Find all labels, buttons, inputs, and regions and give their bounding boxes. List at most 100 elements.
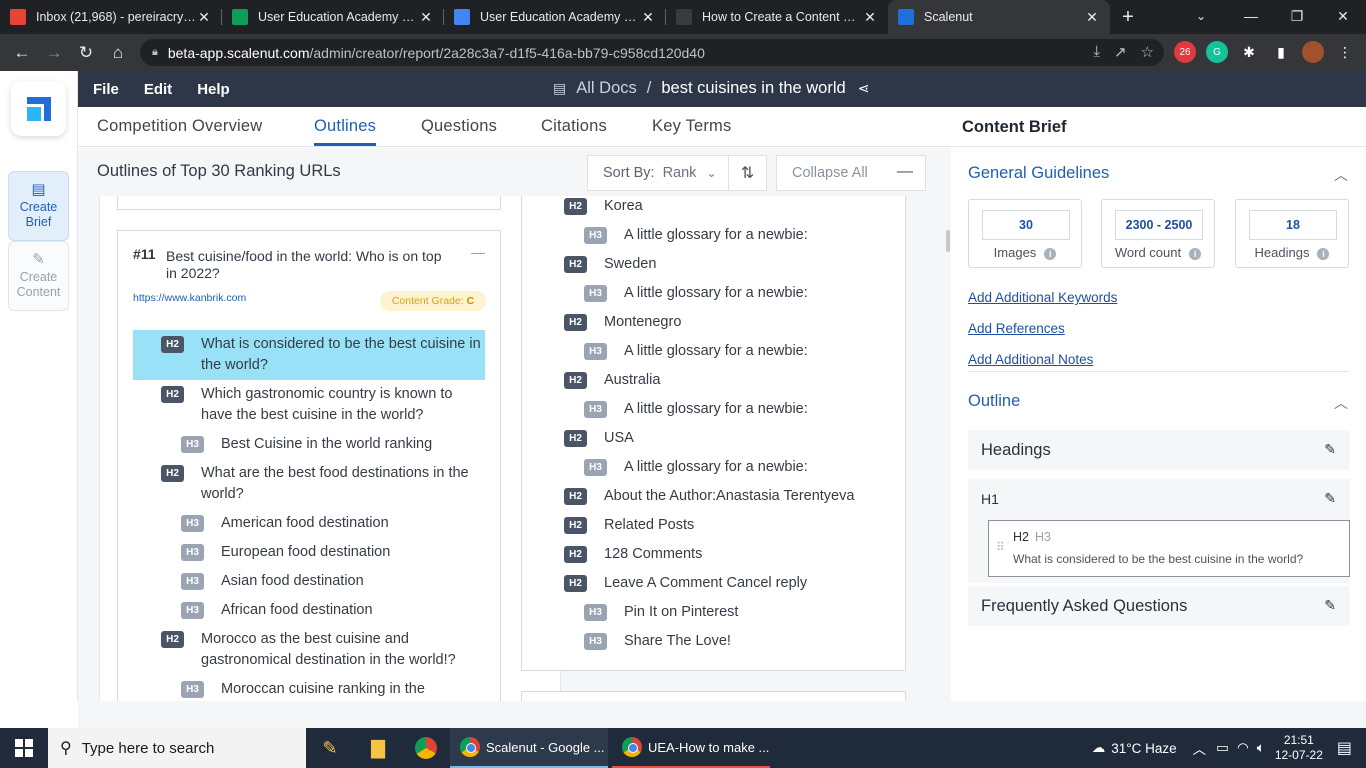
browser-tab-scalenut[interactable]: Scalenut ✕ — [888, 0, 1110, 34]
outline-heading-row[interactable]: H3 A little glossary for a newbie: — [584, 283, 892, 304]
outline-heading-row[interactable]: H3 A little glossary for a newbie: — [584, 457, 892, 478]
tab-competition-overview[interactable]: Competition Overview — [97, 117, 262, 136]
outline-heading-row[interactable]: H2 128 Comments — [564, 544, 892, 565]
menu-edit[interactable]: Edit — [144, 81, 172, 98]
home-icon[interactable]: ⌂ — [102, 43, 134, 63]
menu-help[interactable]: Help — [197, 81, 230, 98]
tray-chevron-icon[interactable]: ︿ — [1193, 738, 1207, 758]
browser-tab-gmail[interactable]: Inbox (21,968) - pereiracrysta ✕ — [0, 0, 222, 34]
battery-icon[interactable]: ▭ — [1216, 740, 1229, 756]
breadcrumb-all-docs[interactable]: All Docs — [576, 79, 637, 98]
outline-heading-row[interactable]: H2 Montenegro — [564, 312, 892, 333]
sort-direction-icon[interactable]: ⇅ — [728, 155, 766, 191]
forward-icon[interactable]: → — [38, 43, 70, 63]
outline-heading-row[interactable]: H2 About the Author:Anastasia Terentyeva — [564, 486, 892, 507]
outline-h2-item[interactable]: ⠿ H2 H3 What is considered to be the best… — [988, 520, 1350, 577]
outline-heading-row[interactable]: H2 What are the best food destinations in… — [161, 463, 485, 505]
close-icon[interactable]: ✕ — [418, 9, 434, 26]
pencil-icon[interactable]: ✎ — [1324, 597, 1336, 614]
outline-heading-row[interactable]: H3 Asian food destination — [181, 571, 485, 592]
restore-icon[interactable]: ❐ — [1274, 0, 1320, 34]
install-icon[interactable]: ⤓ — [1093, 43, 1100, 61]
start-button[interactable] — [0, 728, 48, 768]
outline-heading-row[interactable]: H3 European food destination — [181, 542, 485, 563]
bookmark-star-icon[interactable]: ☆ — [1141, 43, 1154, 61]
outline-heading-row[interactable]: H2 Leave A Comment Cancel reply — [564, 573, 892, 594]
extensions-puzzle-icon[interactable]: ✱ — [1238, 41, 1260, 63]
pencil-icon[interactable]: ✎ — [1324, 441, 1336, 458]
h2-toggle[interactable]: H2 — [1013, 530, 1029, 544]
close-icon[interactable]: ✕ — [640, 9, 656, 26]
side-panel-icon[interactable]: ▮ — [1270, 41, 1292, 63]
headings-value[interactable]: 18 — [1249, 210, 1337, 240]
tab-key-terms[interactable]: Key Terms — [652, 117, 731, 136]
outline-heading-row[interactable]: H3 American food destination — [181, 513, 485, 534]
info-icon[interactable]: i — [1189, 247, 1202, 260]
outline-heading-row[interactable]: H2 Korea — [564, 196, 892, 217]
lock-icon[interactable]: 🔒︎ — [152, 46, 158, 59]
address-bar[interactable]: 🔒︎ beta-app.scalenut.com/admin/creator/r… — [140, 39, 1164, 66]
pencil-icon[interactable]: ✎ — [1324, 490, 1336, 507]
taskbar-search[interactable]: ⚲ Type here to search — [48, 728, 306, 768]
outline-heading-row[interactable]: H3 Share The Love! — [584, 631, 892, 652]
outline-heading-row[interactable]: H3 A little glossary for a newbie: — [584, 399, 892, 420]
outline-heading-row[interactable]: H2 Related Posts — [564, 515, 892, 536]
profile-avatar[interactable] — [1302, 41, 1324, 63]
tab-citations[interactable]: Citations — [541, 117, 607, 136]
outline-heading-row[interactable]: H2 USA — [564, 428, 892, 449]
tab-search-icon[interactable]: ⌄ — [1186, 0, 1216, 32]
browser-tab-sheets[interactable]: User Education Academy - Go ✕ — [222, 0, 444, 34]
chevron-up-icon[interactable]: ︿ — [1334, 393, 1348, 413]
reload-icon[interactable]: ↻ — [70, 43, 102, 63]
share-icon[interactable]: ↗ — [1114, 43, 1127, 61]
weather-icon[interactable]: ☁ — [1092, 740, 1106, 756]
ahrefs-extension-icon[interactable]: 26 — [1174, 41, 1196, 63]
h3-toggle[interactable]: H3 — [1035, 530, 1051, 544]
drag-handle-icon[interactable]: ⠿ — [996, 540, 1005, 554]
taskbar-app-uea[interactable]: UEA-How to make ... — [612, 728, 770, 768]
outline-heading-row[interactable]: H2 Australia — [564, 370, 892, 391]
collapse-card-icon[interactable]: — — [471, 244, 485, 260]
clock[interactable]: 21:51 12-07-22 — [1275, 733, 1323, 763]
outline-heading-row[interactable]: H3 Pin It on Pinterest — [584, 602, 892, 623]
tab-questions[interactable]: Questions — [421, 117, 497, 136]
grammarly-icon[interactable]: G — [1206, 41, 1228, 63]
info-icon[interactable]: i — [1044, 247, 1057, 260]
create-brief-button[interactable]: ▤ Create Brief — [8, 171, 69, 241]
widget-icon[interactable]: ✎ — [306, 728, 354, 768]
close-icon[interactable]: ✕ — [862, 9, 878, 26]
new-tab-button[interactable]: + — [1110, 0, 1146, 34]
wifi-icon[interactable]: ◠ — [1237, 740, 1249, 756]
collapse-all-button[interactable]: Collapse All — — [776, 155, 926, 191]
chevron-up-icon[interactable]: ︿ — [1334, 165, 1348, 185]
scrollbar-thumb[interactable] — [946, 230, 950, 252]
close-icon[interactable]: ✕ — [1084, 9, 1100, 26]
add-references-link[interactable]: Add References — [968, 321, 1065, 336]
tab-outlines[interactable]: Outlines — [314, 117, 377, 146]
weather-text[interactable]: 31°C Haze — [1111, 741, 1176, 756]
outline-heading-row[interactable]: H3 Moroccan cuisine ranking in the — [181, 679, 485, 700]
outline-heading-row[interactable]: H3 A little glossary for a newbie: — [584, 341, 892, 362]
taskbar-app-scalenut[interactable]: Scalenut - Google ... — [450, 728, 608, 768]
share-icon[interactable]: ⋖ — [858, 80, 870, 97]
browser-tab-docs[interactable]: User Education Academy Vide ✕ — [444, 0, 666, 34]
word-count-value[interactable]: 2300 - 2500 — [1115, 210, 1203, 240]
add-notes-link[interactable]: Add Additional Notes — [968, 352, 1093, 367]
chrome-icon[interactable] — [402, 728, 450, 768]
close-icon[interactable]: ✕ — [196, 9, 212, 26]
notifications-icon[interactable]: ▤ — [1337, 738, 1352, 758]
volume-icon[interactable]: 🔈︎ — [1257, 740, 1265, 756]
add-keywords-link[interactable]: Add Additional Keywords — [968, 290, 1117, 305]
outline-heading-row[interactable]: H2 What is considered to be the best cuis… — [133, 330, 485, 380]
file-explorer-icon[interactable]: ▇ — [354, 728, 402, 768]
outline-heading-row[interactable]: H3 Best Cuisine in the world ranking — [181, 434, 485, 455]
outline-heading-row[interactable]: H3 African food destination — [181, 600, 485, 621]
h2-text[interactable]: What is considered to be the best cuisin… — [1013, 552, 1303, 566]
outline-heading-row[interactable]: H2 Morocco as the best cuisine and gastro… — [161, 629, 485, 671]
browser-menu-icon[interactable]: ⋮ — [1334, 41, 1356, 63]
create-content-button[interactable]: ✎ Create Content — [8, 241, 69, 311]
minimize-icon[interactable]: — — [1228, 0, 1274, 34]
scalenut-logo[interactable] — [11, 81, 66, 136]
browser-tab-article[interactable]: How to Create a Content Brie ✕ — [666, 0, 888, 34]
close-window-icon[interactable]: ✕ — [1320, 0, 1366, 34]
